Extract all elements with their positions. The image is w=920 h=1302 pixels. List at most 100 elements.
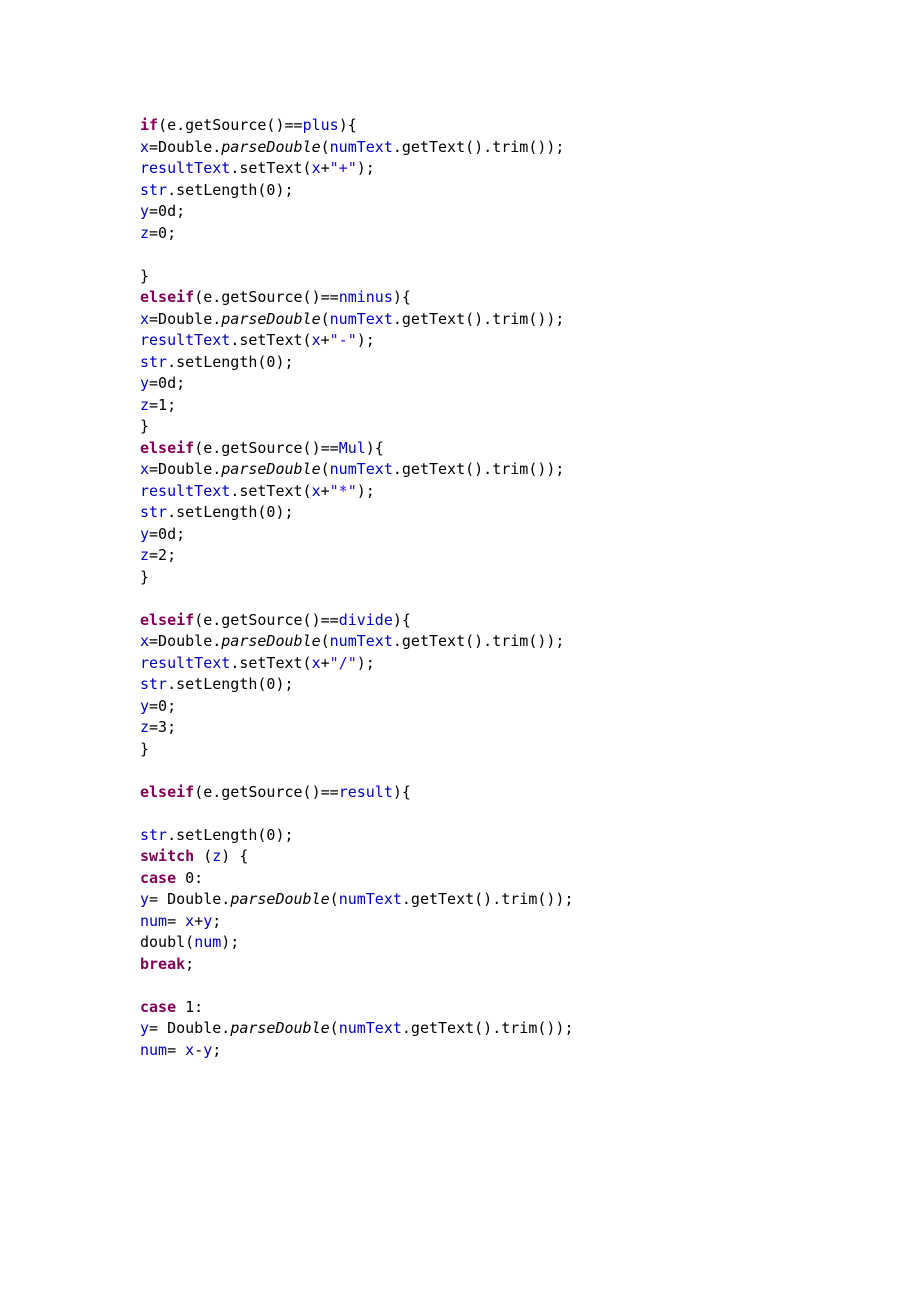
code-token: elseif xyxy=(140,611,194,629)
code-token: x xyxy=(185,912,194,930)
code-token: + xyxy=(321,654,330,672)
code-token: = xyxy=(167,912,185,930)
code-token: plus xyxy=(303,116,339,134)
code-token: str xyxy=(140,826,167,844)
code-token: 1: xyxy=(176,998,203,1016)
code-token: x xyxy=(312,654,321,672)
code-token: x xyxy=(140,310,149,328)
code-token: .setLength(0); xyxy=(167,181,293,199)
code-token: "/" xyxy=(330,654,357,672)
code-page: if(e.getSource()==plus){ x=Double.parseD… xyxy=(0,0,790,1061)
code-token: ; xyxy=(212,912,221,930)
code-token: - xyxy=(194,1041,203,1059)
code-token: ; xyxy=(212,1041,221,1059)
code-token: ( xyxy=(321,460,330,478)
code-token: ); xyxy=(357,482,375,500)
code-token: =3; xyxy=(149,718,176,736)
code-token: ){ xyxy=(366,439,384,457)
code-token: break xyxy=(140,955,185,973)
code-token: "-" xyxy=(330,331,357,349)
code-token: + xyxy=(321,159,330,177)
code-token: ){ xyxy=(393,288,411,306)
code-token: num xyxy=(194,933,221,951)
code-token: z xyxy=(140,396,149,414)
code-token: parseDouble xyxy=(230,1019,329,1037)
code-token: .getText().trim()); xyxy=(393,310,565,328)
code-token: x xyxy=(312,482,321,500)
code-token: y xyxy=(140,202,149,220)
code-token: =0d; xyxy=(149,525,185,543)
code-token: doubl( xyxy=(140,933,194,951)
code-token: y xyxy=(140,890,149,908)
code-token: y xyxy=(140,697,149,715)
code-token: } xyxy=(140,267,149,285)
code-token: .setLength(0); xyxy=(167,675,293,693)
code-token: resultText xyxy=(140,159,230,177)
code-token: =0; xyxy=(149,224,176,242)
code-token: case xyxy=(140,998,176,1016)
code-token: elseif xyxy=(140,439,194,457)
code-block: if(e.getSource()==plus){ x=Double.parseD… xyxy=(140,115,790,1061)
code-token: =Double. xyxy=(149,310,221,328)
code-token: ); xyxy=(357,159,375,177)
code-token: =2; xyxy=(149,546,176,564)
code-token: ( xyxy=(321,632,330,650)
code-token: switch xyxy=(140,847,194,865)
code-token: =Double. xyxy=(149,138,221,156)
code-token: ( xyxy=(194,847,212,865)
code-token: z xyxy=(212,847,221,865)
code-token: = Double. xyxy=(149,1019,230,1037)
code-token: 0: xyxy=(176,869,203,887)
code-token: str xyxy=(140,353,167,371)
code-token: ){ xyxy=(339,116,357,134)
code-token: z xyxy=(140,546,149,564)
code-token: ( xyxy=(321,138,330,156)
code-token: y xyxy=(140,1019,149,1037)
code-token: numText xyxy=(339,1019,402,1037)
code-token: =Double. xyxy=(149,460,221,478)
code-token: elseif xyxy=(140,783,194,801)
code-token: y xyxy=(203,1041,212,1059)
code-token: result xyxy=(339,783,393,801)
code-token: resultText xyxy=(140,654,230,672)
code-token: resultText xyxy=(140,482,230,500)
code-token: .setLength(0); xyxy=(167,503,293,521)
code-token: num xyxy=(140,912,167,930)
code-token: ); xyxy=(357,654,375,672)
code-token: (e.getSource()== xyxy=(194,783,339,801)
code-token: ); xyxy=(357,331,375,349)
code-token: (e.getSource()== xyxy=(194,439,339,457)
code-token: ( xyxy=(321,310,330,328)
code-token: "*" xyxy=(330,482,357,500)
code-token: = Double. xyxy=(149,890,230,908)
code-token: parseDouble xyxy=(221,632,320,650)
code-token: =0; xyxy=(149,697,176,715)
code-token: } xyxy=(140,417,149,435)
code-token: z xyxy=(140,718,149,736)
code-token: str xyxy=(140,181,167,199)
code-token: numText xyxy=(339,890,402,908)
code-token: ){ xyxy=(393,783,411,801)
code-token: =0d; xyxy=(149,202,185,220)
code-token: ); xyxy=(221,933,239,951)
code-token: y xyxy=(203,912,212,930)
code-token: =Double. xyxy=(149,632,221,650)
code-token: x xyxy=(312,159,321,177)
code-token: + xyxy=(321,331,330,349)
code-token: case xyxy=(140,869,176,887)
code-token: .getText().trim()); xyxy=(393,460,565,478)
code-token: } xyxy=(140,740,149,758)
code-token: numText xyxy=(330,310,393,328)
code-token: = xyxy=(167,1041,185,1059)
code-token: + xyxy=(194,912,203,930)
code-token: + xyxy=(321,482,330,500)
code-token: x xyxy=(140,632,149,650)
code-token: x xyxy=(312,331,321,349)
code-token: } xyxy=(140,568,149,586)
code-token: ; xyxy=(185,955,194,973)
code-token: parseDouble xyxy=(221,138,320,156)
code-token: .getText().trim()); xyxy=(393,138,565,156)
code-token: parseDouble xyxy=(230,890,329,908)
code-token: parseDouble xyxy=(221,460,320,478)
code-token: if xyxy=(140,116,158,134)
